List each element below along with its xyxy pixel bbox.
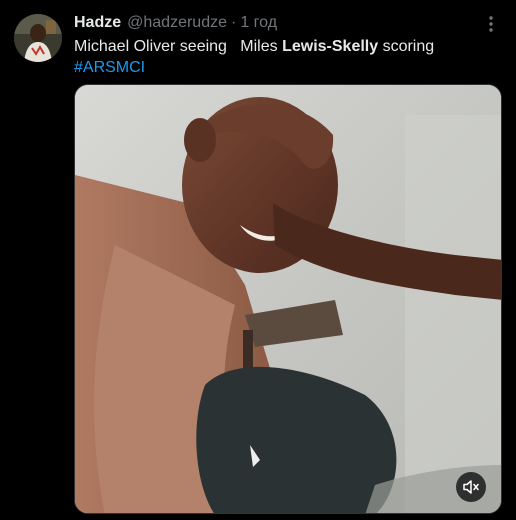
- tweet-text-part2: scoring: [378, 38, 435, 55]
- tweet-text-part1: Michael Oliver seeing Miles: [74, 38, 283, 55]
- video-frame: [75, 85, 501, 513]
- tweet-card[interactable]: Hadze @hadzerudze · 1 год Michael Oliver…: [0, 0, 516, 520]
- tweet-text: Michael Oliver seeing Miles Lewis-Skelly…: [74, 36, 494, 78]
- tweet-text-bold: Lewis-Skelly: [282, 38, 379, 55]
- tweet-header: Hadze @hadzerudze · 1 год: [74, 12, 277, 34]
- author-handle[interactable]: @hadzerudze: [127, 14, 227, 32]
- volume-muted-icon[interactable]: [456, 472, 486, 502]
- hashtag-link[interactable]: #ARSMCI: [74, 59, 145, 76]
- user-avatar-photo-icon: [14, 14, 62, 62]
- avatar[interactable]: [14, 14, 62, 62]
- more-options-icon[interactable]: [482, 14, 500, 34]
- author-name[interactable]: Hadze: [74, 14, 121, 32]
- separator-dot: ·: [230, 14, 237, 31]
- tweet-timestamp[interactable]: 1 год: [240, 14, 277, 32]
- video-player[interactable]: [74, 84, 502, 514]
